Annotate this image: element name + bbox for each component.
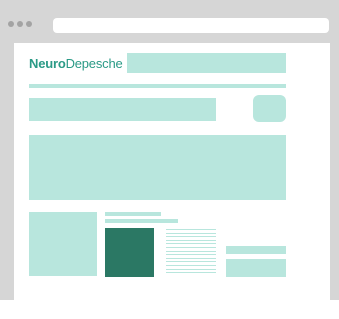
text-line bbox=[166, 236, 216, 238]
window-dot-icon[interactable] bbox=[8, 21, 14, 27]
search-bar-placeholder[interactable] bbox=[29, 98, 216, 121]
article-text-lines bbox=[166, 229, 216, 276]
site-logo[interactable]: NeuroDepesche bbox=[29, 56, 123, 71]
sidebar-box-placeholder[interactable] bbox=[226, 259, 286, 277]
text-line bbox=[166, 229, 216, 230]
article-subtitle-line bbox=[105, 219, 178, 223]
article-title-line bbox=[105, 212, 161, 216]
logo-light-text: Depesche bbox=[65, 56, 123, 71]
text-line bbox=[166, 268, 216, 270]
text-line bbox=[166, 243, 216, 245]
text-line bbox=[166, 232, 216, 234]
article-image-placeholder[interactable] bbox=[29, 212, 97, 276]
text-line bbox=[166, 272, 216, 274]
window-dot-icon[interactable] bbox=[26, 21, 32, 27]
logo-bold-text: Neuro bbox=[29, 56, 66, 71]
text-line bbox=[166, 246, 216, 248]
text-line bbox=[166, 264, 216, 266]
text-line bbox=[166, 261, 216, 263]
window-dot-icon[interactable] bbox=[17, 21, 23, 27]
sidebar-heading-placeholder bbox=[226, 246, 286, 254]
window-controls bbox=[8, 21, 32, 27]
address-bar[interactable] bbox=[53, 18, 329, 33]
text-line bbox=[166, 257, 216, 259]
text-line bbox=[166, 254, 216, 256]
header-banner-placeholder bbox=[127, 53, 286, 73]
hero-banner-placeholder bbox=[29, 135, 286, 200]
nav-divider bbox=[29, 84, 286, 88]
page-content: NeuroDepesche bbox=[14, 43, 330, 319]
text-line bbox=[166, 250, 216, 252]
featured-article-image[interactable] bbox=[105, 228, 154, 277]
text-line bbox=[166, 239, 216, 241]
search-button-placeholder[interactable] bbox=[253, 95, 286, 122]
